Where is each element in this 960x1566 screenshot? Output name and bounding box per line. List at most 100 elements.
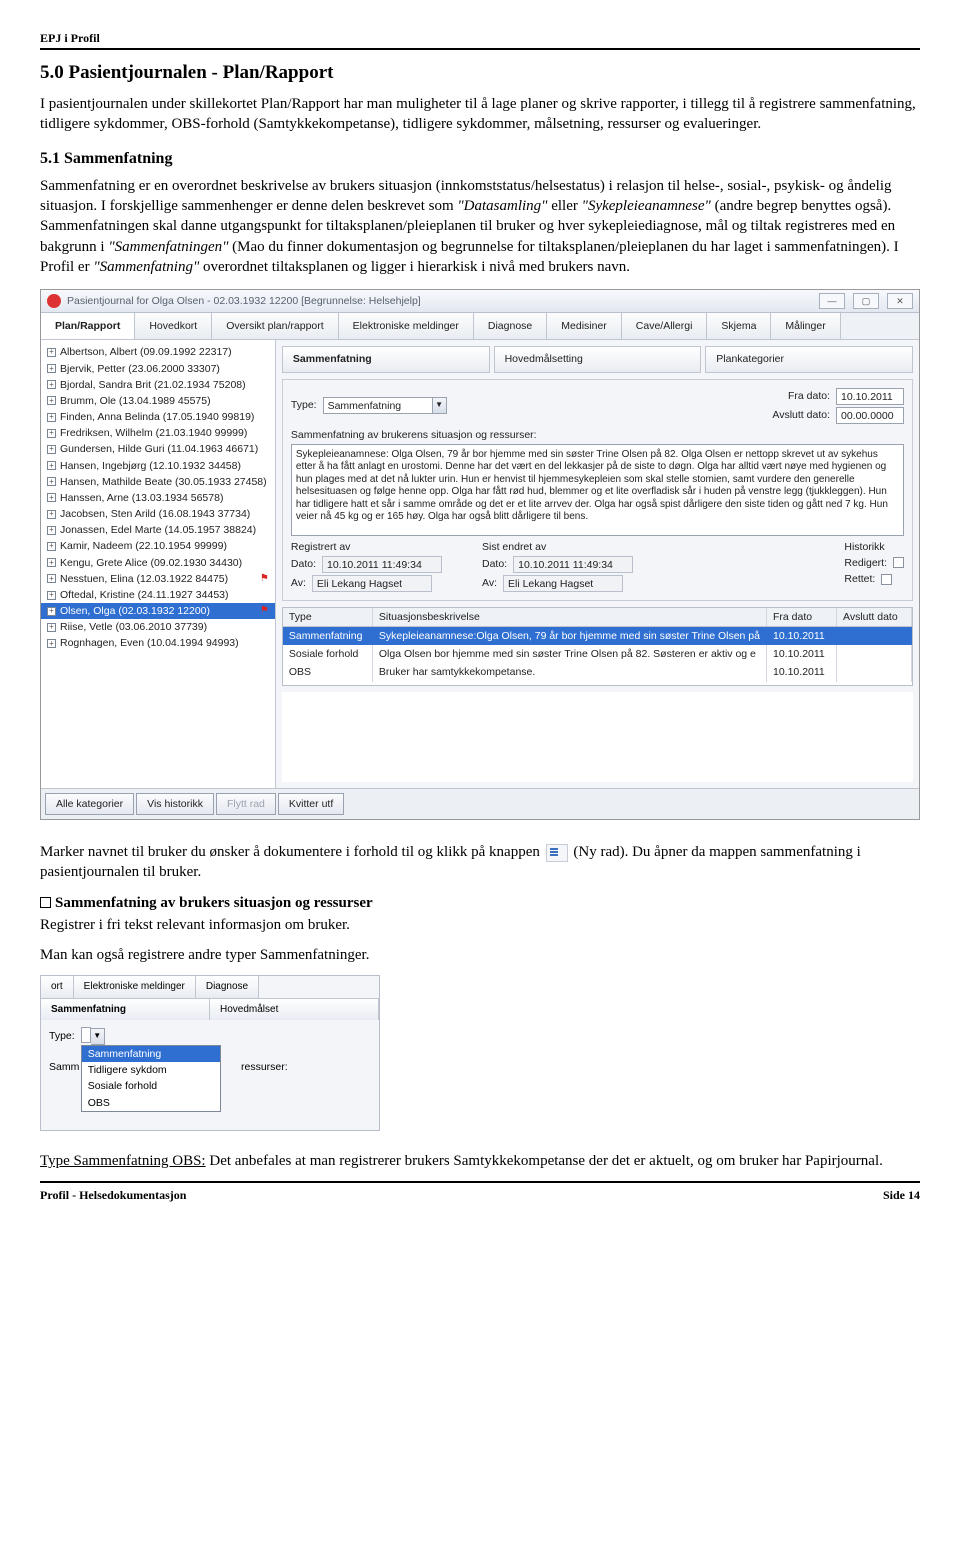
option-sosiale[interactable]: Sosiale forhold — [82, 1078, 220, 1094]
tree-item[interactable]: +Brumm, Ole (13.04.1989 45575) — [41, 393, 275, 409]
expand-icon[interactable]: + — [47, 542, 56, 551]
minimize-button[interactable]: — — [819, 293, 845, 309]
option-obs[interactable]: OBS — [82, 1095, 220, 1111]
tree-item[interactable]: +Hansen, Mathilde Beate (30.05.1933 2745… — [41, 474, 275, 490]
tree-item[interactable]: +Bjordal, Sandra Brit (21.02.1934 75208) — [41, 377, 275, 393]
option-tidligere[interactable]: Tidligere sykdom — [82, 1062, 220, 1078]
stab-hovedmal[interactable]: Hovedmålsetting — [494, 346, 702, 372]
tree-item[interactable]: +Rognhagen, Even (10.04.1994 94993) — [41, 635, 275, 651]
tree-item[interactable]: +Gundersen, Hilde Guri (11.04.1963 46671… — [41, 441, 275, 457]
tree-item-label: Jonassen, Edel Marte (14.05.1957 38824) — [60, 523, 256, 537]
tree-item-label: Kengu, Grete Alice (09.02.1930 34430) — [60, 556, 242, 570]
expand-icon[interactable]: + — [47, 623, 56, 632]
tree-item[interactable]: +Hansen, Ingebjørg (12.10.1932 34458) — [41, 458, 275, 474]
tree-item[interactable]: +Oftedal, Kristine (24.11.1927 34453) — [41, 587, 275, 603]
expand-icon[interactable]: + — [47, 396, 56, 405]
mini-ressurser-label: ressurser: — [241, 1060, 288, 1074]
chevron-down-icon[interactable]: ▼ — [433, 397, 447, 414]
tree-item[interactable]: +Nesstuen, Elina (12.03.1922 84475)⚑ — [41, 571, 275, 587]
tab-hovedkort[interactable]: Hovedkort — [135, 313, 212, 339]
expand-icon[interactable]: + — [47, 574, 56, 583]
tree-item[interactable]: +Hanssen, Arne (13.03.1934 56578) — [41, 490, 275, 506]
expand-icon[interactable]: + — [47, 493, 56, 502]
hist-header: Historikk — [844, 540, 904, 554]
tree-item[interactable]: + Jonassen, Edel Marte (14.05.1957 38824) — [41, 522, 275, 538]
patient-tree[interactable]: +Albertson, Albert (09.09.1992 22317)+Bj… — [41, 340, 276, 788]
expand-icon[interactable]: + — [47, 591, 56, 600]
btn-vis-historikk[interactable]: Vis historikk — [136, 793, 214, 815]
chevron-down-icon[interactable]: ▼ — [91, 1028, 105, 1045]
tree-item[interactable]: + Finden, Anna Belinda (17.05.1940 99819) — [41, 409, 275, 425]
close-button[interactable]: ✕ — [887, 293, 913, 309]
form-panel: Type: Sammenfatning ▼ Fra dato: 10.10.20… — [282, 379, 913, 601]
tab-diagnose[interactable]: Diagnose — [474, 313, 547, 339]
type-select[interactable]: Sammenfatning ▼ — [323, 397, 447, 414]
rettet-checkbox[interactable] — [881, 574, 892, 585]
tab-malinger[interactable]: Målinger — [771, 313, 840, 339]
grid-row[interactable]: SammenfatningSykepleieanamnese:Olga Olse… — [283, 627, 912, 645]
avslutt-dato-field[interactable]: 00.00.0000 — [836, 407, 904, 424]
expand-icon[interactable]: + — [47, 445, 56, 454]
expand-icon[interactable]: + — [47, 477, 56, 486]
mini-samm-label: Samm — [49, 1060, 79, 1074]
expand-icon[interactable]: + — [47, 639, 56, 648]
mini-type-select[interactable]: ▼ Sammenfatning Tidligere sykdom Sosiale… — [81, 1028, 105, 1045]
col-avslutt[interactable]: Avslutt dato — [837, 608, 912, 626]
expand-icon[interactable]: + — [47, 461, 56, 470]
tree-item[interactable]: +Olsen, Olga (02.03.1932 12200)⚑ — [41, 603, 275, 619]
grid-cell — [837, 627, 912, 645]
tree-item[interactable]: +Bjervik, Petter (23.06.2000 33307) — [41, 361, 275, 377]
mini-tab-ort[interactable]: ort — [41, 976, 74, 998]
expand-icon[interactable]: + — [47, 510, 56, 519]
tab-meldinger[interactable]: Elektroniske meldinger — [339, 313, 474, 339]
para-after-screenshot: Marker navnet til bruker du ønsker å dok… — [40, 842, 920, 883]
reg-av: Eli Lekang Hagset — [312, 575, 432, 592]
expand-icon[interactable]: + — [47, 607, 56, 616]
tab-medisiner[interactable]: Medisiner — [547, 313, 622, 339]
btn-kvitter[interactable]: Kvitter utf — [278, 793, 344, 815]
col-type[interactable]: Type — [283, 608, 373, 626]
grid-row[interactable]: Sosiale forholdOlga Olsen bor hjemme med… — [283, 645, 912, 663]
col-fra[interactable]: Fra dato — [767, 608, 837, 626]
stab-sammenfatning[interactable]: Sammenfatning — [282, 346, 490, 372]
tree-item[interactable]: +Kamir, Nadeem (22.10.1954 99999) — [41, 538, 275, 554]
grid-row[interactable]: OBSBruker har samtykkekompetanse.10.10.2… — [283, 663, 912, 681]
mini-stab-samm[interactable]: Sammenfatning — [41, 999, 210, 1021]
mini-tab-meldinger[interactable]: Elektroniske meldinger — [74, 976, 196, 998]
app-window: Pasientjournal for Olga Olsen - 02.03.19… — [40, 289, 920, 820]
mini-window: ort Elektroniske meldinger Diagnose Samm… — [40, 975, 380, 1131]
tree-item[interactable]: +Fredriksen, Wilhelm (21.03.1940 99999) — [41, 425, 275, 441]
maximize-button[interactable]: ▢ — [853, 293, 879, 309]
expand-icon[interactable]: + — [47, 429, 56, 438]
new-row-icon — [546, 844, 568, 862]
mini-dropdown-list[interactable]: Sammenfatning Tidligere sykdom Sosiale f… — [81, 1045, 221, 1112]
tab-skjema[interactable]: Skjema — [707, 313, 771, 339]
expand-icon[interactable]: + — [47, 348, 56, 357]
tree-item[interactable]: + Kengu, Grete Alice (09.02.1930 34430) — [41, 555, 275, 571]
mini-tab-diagnose[interactable]: Diagnose — [196, 976, 259, 998]
desc-textarea[interactable]: Sykepleieanamnese: Olga Olsen, 79 år bor… — [291, 444, 904, 536]
col-situasjon[interactable]: Situasjonsbeskrivelse — [373, 608, 767, 626]
tree-item[interactable]: +Albertson, Albert (09.09.1992 22317) — [41, 344, 275, 360]
option-sammenfatning[interactable]: Sammenfatning — [82, 1046, 220, 1062]
tree-item-label: Finden, Anna Belinda (17.05.1940 99819) — [60, 410, 254, 424]
grid-cell: OBS — [283, 663, 373, 681]
mini-stab-hoved[interactable]: Hovedmålset — [210, 999, 379, 1021]
expand-icon[interactable]: + — [47, 413, 56, 422]
tree-item[interactable]: +Riise, Vetle (03.06.2010 37739) — [41, 619, 275, 635]
tree-item[interactable]: +Jacobsen, Sten Arild (16.08.1943 37734) — [41, 506, 275, 522]
tab-plan-rapport[interactable]: Plan/Rapport — [41, 313, 135, 339]
fra-dato-field[interactable]: 10.10.2011 — [836, 388, 904, 405]
expand-icon[interactable]: + — [47, 526, 56, 535]
grid-cell — [837, 645, 912, 663]
page-footer: Profil - Helsedokumentasjon Side 14 — [40, 1187, 920, 1203]
stab-plankategorier[interactable]: Plankategorier — [705, 346, 913, 372]
redigert-checkbox[interactable] — [893, 557, 904, 568]
btn-alle-kategorier[interactable]: Alle kategorier — [45, 793, 134, 815]
expand-icon[interactable]: + — [47, 558, 56, 567]
tab-cave[interactable]: Cave/Allergi — [622, 313, 708, 339]
tab-oversikt[interactable]: Oversikt plan/rapport — [212, 313, 338, 339]
summary-grid[interactable]: Type Situasjonsbeskrivelse Fra dato Avsl… — [282, 607, 913, 686]
expand-icon[interactable]: + — [47, 364, 56, 373]
expand-icon[interactable]: + — [47, 380, 56, 389]
